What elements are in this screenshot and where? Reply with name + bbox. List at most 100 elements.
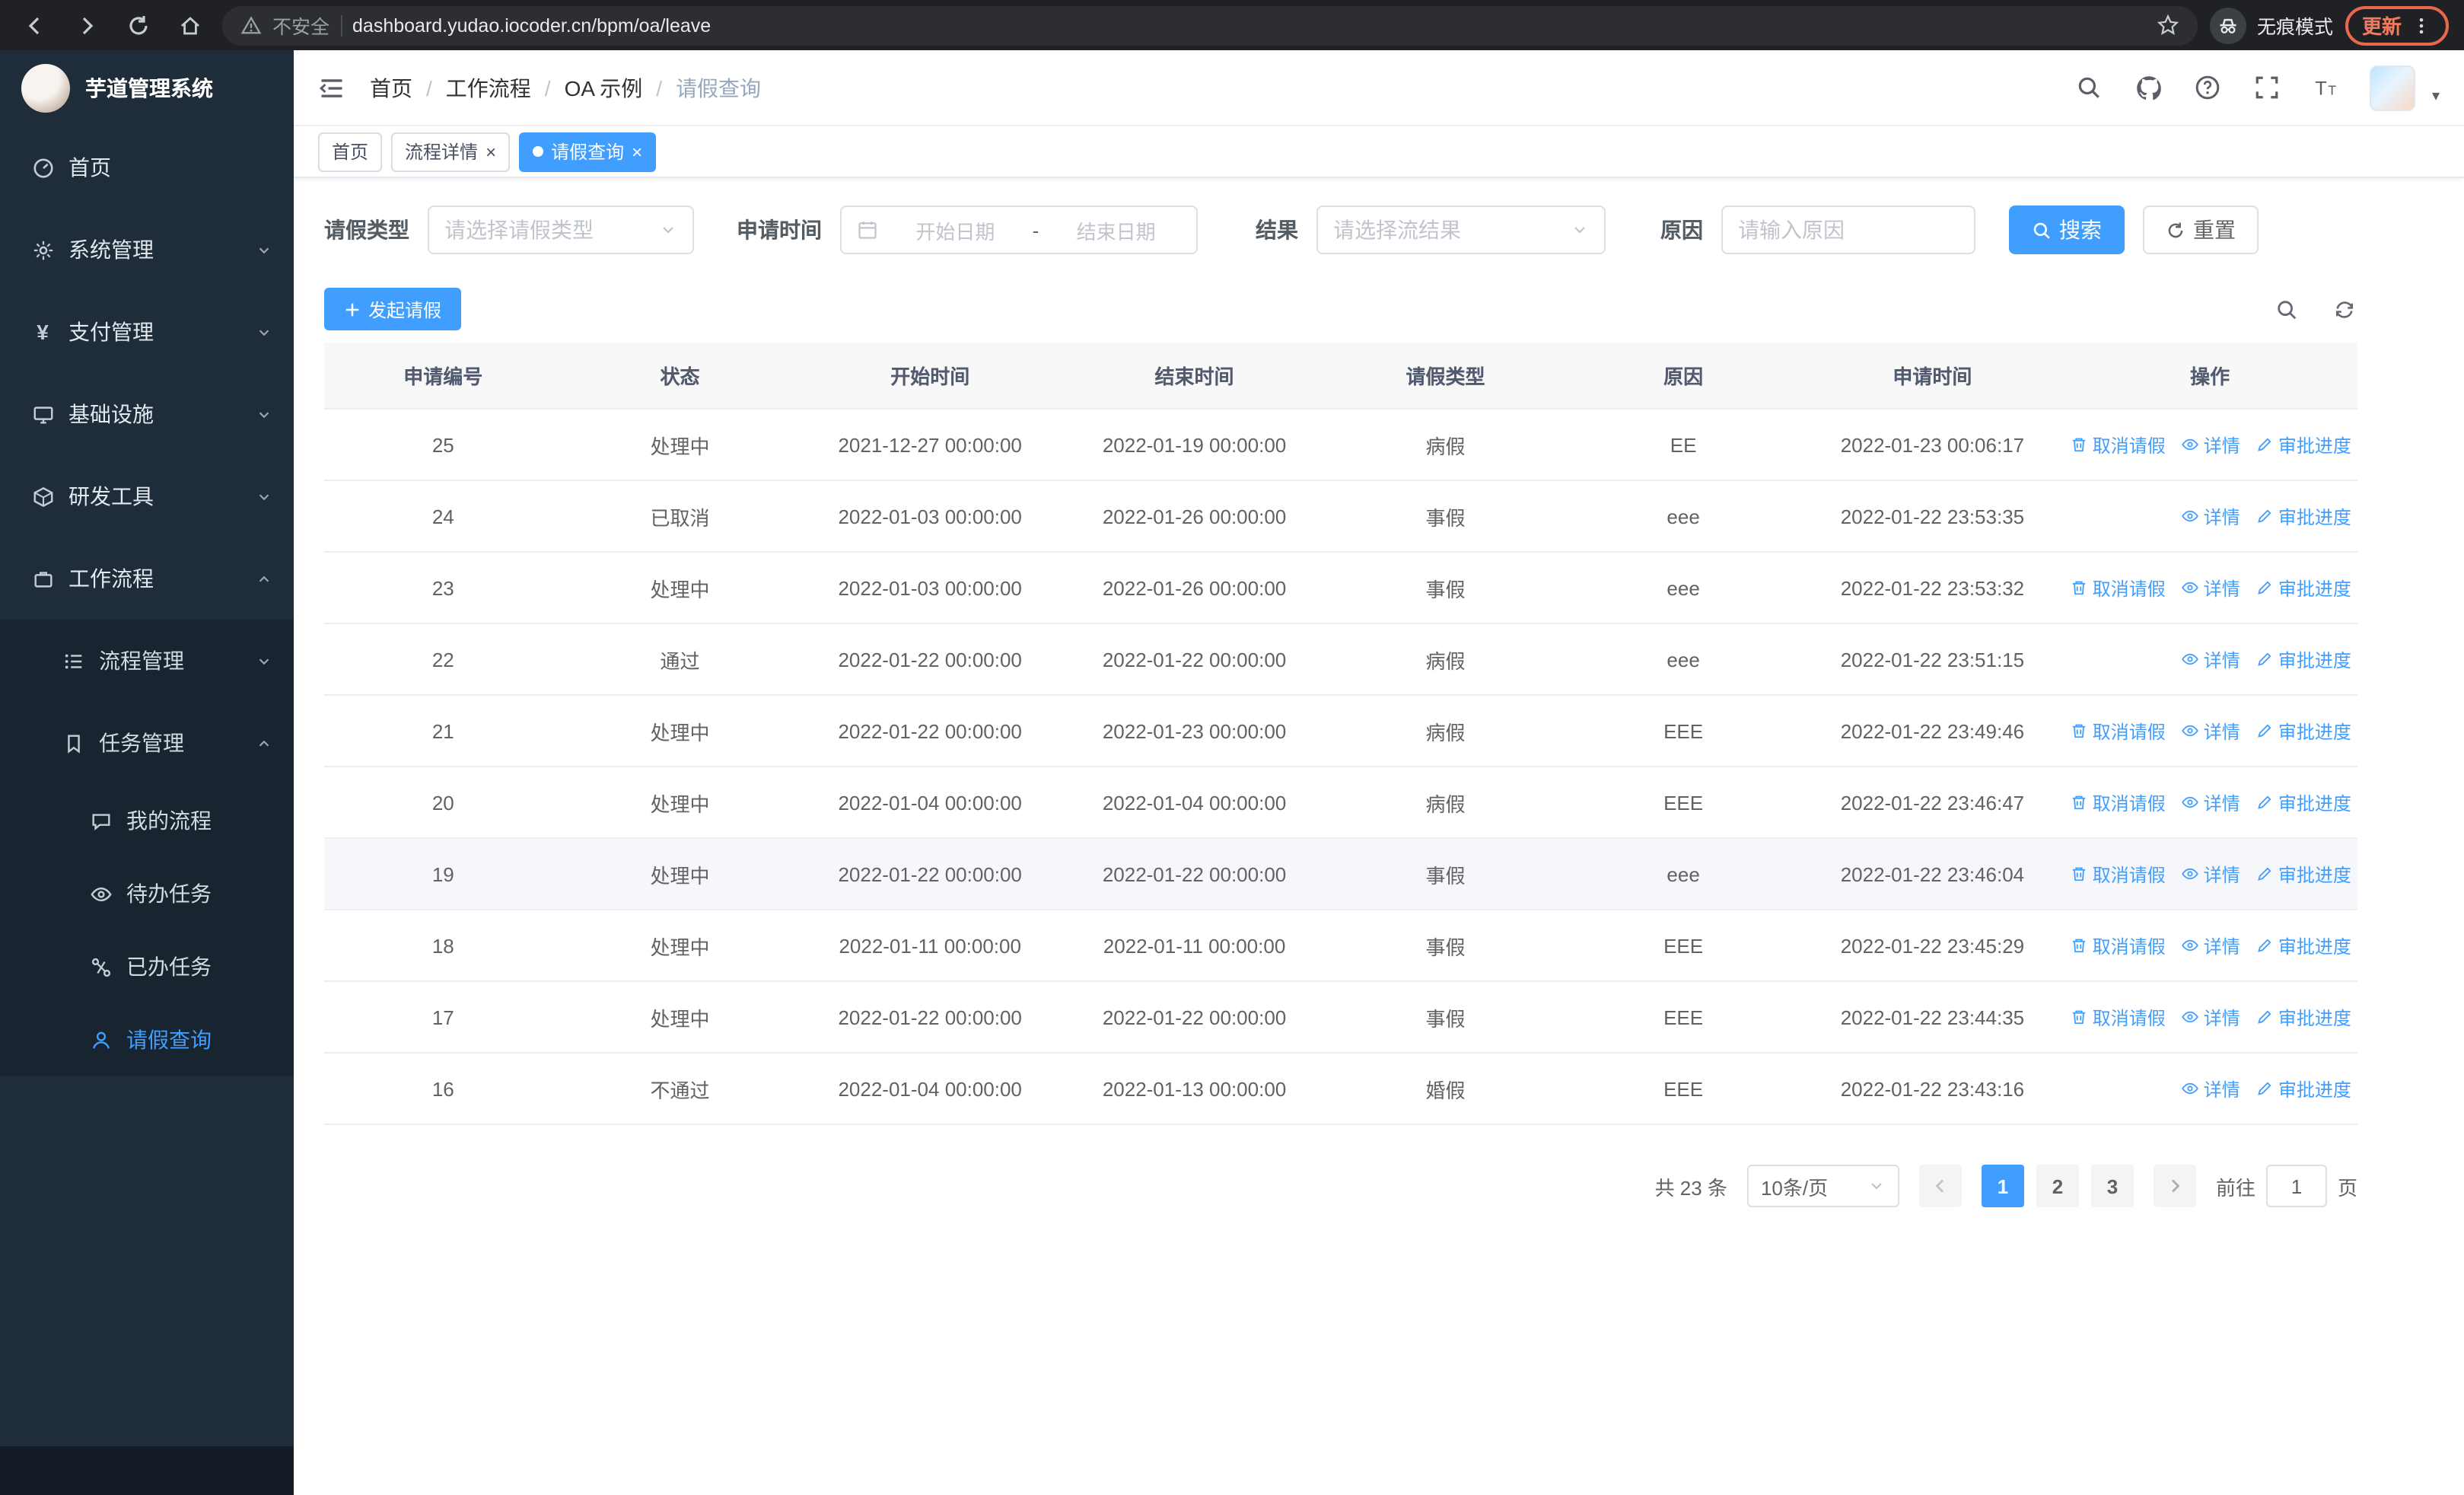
cancel-action-link[interactable]: 取消请假 [2070,789,2166,815]
page-button-1[interactable]: 1 [1981,1165,2024,1207]
reload-icon[interactable] [119,5,158,45]
progress-action-link[interactable]: 审批进度 [2255,503,2351,529]
app-header: 首页 / 工作流程 / OA 示例 / 请假查询 T T ▾ [294,50,2464,126]
progress-action-link[interactable]: 审批进度 [2255,718,2351,744]
page-button-2[interactable]: 2 [2036,1165,2079,1207]
cancel-action-link[interactable]: 取消请假 [2070,575,2166,601]
reason-input[interactable] [1721,206,1975,254]
tab-process-detail[interactable]: 流程详情 × [391,132,511,171]
close-icon[interactable]: × [632,142,642,161]
sidebar-item-process-management[interactable]: 流程管理 [0,620,294,702]
tag-icon [61,731,85,755]
sidebar-item-todo-tasks[interactable]: 待办任务 [0,857,294,930]
detail-action-link[interactable]: 详情 [2181,432,2240,457]
detail-action-link[interactable]: 详情 [2181,503,2240,529]
cancel-action-link[interactable]: 取消请假 [2070,932,2166,958]
progress-action-link[interactable]: 审批进度 [2255,861,2351,887]
create-leave-button[interactable]: 发起请假 [324,288,462,330]
cancel-action-link[interactable]: 取消请假 [2070,718,2166,744]
reset-button[interactable]: 重置 [2143,206,2259,254]
detail-action-link[interactable]: 详情 [2181,718,2240,744]
back-icon[interactable] [15,5,55,45]
fullscreen-icon[interactable] [2251,71,2284,104]
page-button-3[interactable]: 3 [2090,1165,2134,1207]
cell-id: 22 [431,648,454,671]
detail-action-link[interactable]: 详情 [2181,932,2240,958]
browser-menu-update-button[interactable]: 更新 [2345,5,2449,45]
cell-start: 2022-01-22 00:00:00 [838,719,1022,742]
detail-action-link[interactable]: 详情 [2181,1004,2240,1030]
svg-text:T: T [2329,83,2337,98]
progress-action-link[interactable]: 审批进度 [2255,1004,2351,1030]
sidebar-item-workflow[interactable]: 工作流程 [0,537,294,620]
bookmark-star-icon[interactable] [2157,14,2179,37]
column-header: 操作 [2190,365,2230,388]
detail-action-link[interactable]: 详情 [2181,789,2240,815]
page-size-select[interactable]: 10条/页 [1746,1165,1899,1207]
refresh-icon[interactable] [2330,295,2357,323]
sidebar-item-home[interactable]: 首页 [0,126,294,209]
prev-page-button[interactable] [1918,1165,1962,1207]
tab-home[interactable]: 首页 [318,132,383,171]
security-label[interactable]: 不安全 [272,11,329,40]
cell-status: 不通过 [650,1079,710,1101]
sidebar-item-system[interactable]: 系统管理 [0,209,294,291]
progress-action-link[interactable]: 审批进度 [2255,932,2351,958]
detail-action-link[interactable]: 详情 [2181,575,2240,601]
sidebar-fold-icon[interactable] [315,71,349,104]
home-icon[interactable] [170,5,210,45]
app-logo[interactable]: 芋道管理系统 [0,50,294,126]
next-page-button[interactable] [2153,1165,2196,1207]
progress-action-link[interactable]: 审批进度 [2255,432,2351,457]
cell-end: 2022-01-04 00:00:00 [1102,791,1287,814]
progress-action-link[interactable]: 审批进度 [2255,575,2351,601]
font-size-icon[interactable]: TT [2310,71,2344,104]
sidebar-item-task-management[interactable]: 任务管理 [0,702,294,784]
tab-leave-query[interactable]: 请假查询 × [519,132,657,171]
sidebar-item-label: 研发工具 [68,484,154,508]
sidebar-item-my-process[interactable]: 我的流程 [0,784,294,857]
sidebar-collapse-bar[interactable] [0,1446,294,1495]
detail-action-link[interactable]: 详情 [2181,861,2240,887]
apply-time-range-picker[interactable]: 开始日期 - 结束日期 [840,206,1198,254]
sidebar-item-done-tasks[interactable]: 已办任务 [0,930,294,1003]
search-icon[interactable] [2073,71,2106,104]
result-select[interactable]: 请选择流结果 [1316,206,1606,254]
cell-type: 病假 [1425,721,1466,744]
goto-page-input[interactable] [2265,1165,2327,1207]
sidebar-item-payment[interactable]: ¥ 支付管理 [0,291,294,373]
breadcrumb-item[interactable]: 工作流程 [446,72,531,103]
cell-id: 17 [431,1006,454,1028]
github-icon[interactable] [2132,71,2166,104]
chevron-down-icon [254,405,272,423]
sidebar-item-infrastructure[interactable]: 基础设施 [0,373,294,455]
breadcrumb-item[interactable]: 首页 [370,72,412,103]
sidebar-item-leave-query[interactable]: 请假查询 [0,1003,294,1076]
cancel-action-link[interactable]: 取消请假 [2070,432,2166,457]
cell-start: 2022-01-22 00:00:00 [838,648,1022,671]
leave-type-select[interactable]: 请选择请假类型 [428,206,694,254]
cell-status: 通过 [660,649,700,672]
progress-action-link[interactable]: 审批进度 [2255,646,2351,672]
close-icon[interactable]: × [485,142,496,161]
progress-action-link[interactable]: 审批进度 [2255,789,2351,815]
cell-type: 事假 [1425,864,1466,887]
avatar-caret-icon[interactable]: ▾ [2432,88,2440,110]
detail-action-link[interactable]: 详情 [2181,1076,2240,1101]
toggle-search-icon[interactable] [2272,295,2300,323]
cancel-action-link[interactable]: 取消请假 [2070,861,2166,887]
calendar-icon [857,219,878,241]
sidebar-item-devtools[interactable]: 研发工具 [0,455,294,537]
breadcrumb-item[interactable]: OA 示例 [565,72,643,103]
progress-action-link[interactable]: 审批进度 [2255,1076,2351,1101]
search-button[interactable]: 搜索 [2009,206,2125,254]
help-icon[interactable] [2192,71,2225,104]
url-text[interactable]: dashboard.yudao.iocoder.cn/bpm/oa/leave [352,14,711,36]
table-row: 22 通过 2022-01-22 00:00:00 2022-01-22 00:00:… [324,624,2357,696]
address-bar[interactable]: 不安全 dashboard.yudao.iocoder.cn/bpm/oa/le… [222,5,2198,45]
detail-action-link[interactable]: 详情 [2181,646,2240,672]
user-avatar[interactable] [2369,65,2415,110]
cancel-action-link[interactable]: 取消请假 [2070,1004,2166,1030]
forward-icon[interactable] [67,5,107,45]
cell-actions: 取消请假 详情 审批进度 [2062,432,2357,457]
